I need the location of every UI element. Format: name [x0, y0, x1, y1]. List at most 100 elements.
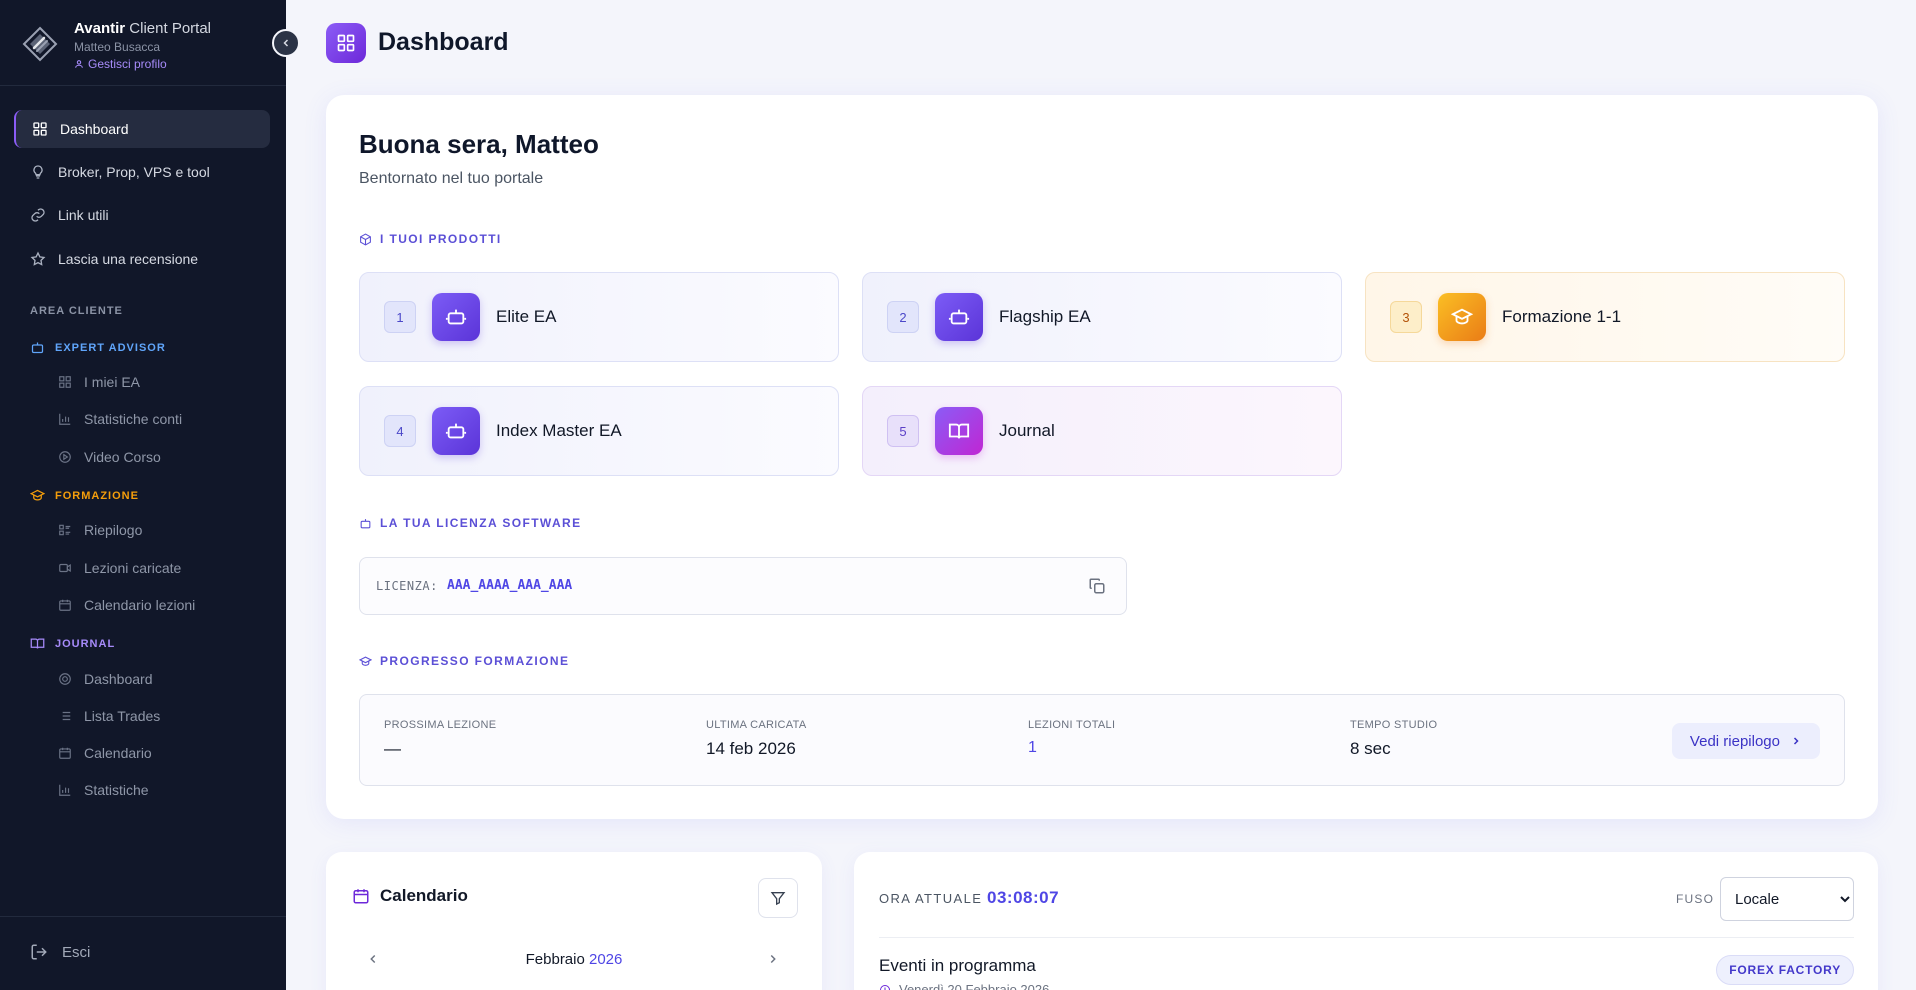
sidebar-item-broker[interactable]: Broker, Prop, VPS e tool [14, 153, 270, 191]
sidebar: Avantir Client Portal Matteo Busacca Ges… [0, 0, 286, 990]
training-progress-panel: PROSSIMA LEZIONE — ULTIMA CARICATA 14 fe… [359, 694, 1845, 786]
total-lessons-value: 1 [1028, 739, 1037, 756]
greeting-subtitle: Bentornato nel tuo portale [359, 170, 544, 187]
group-label-text: EXPERT ADVISOR [55, 341, 166, 354]
section-label-text: I TUOI PRODOTTI [380, 232, 502, 246]
sidebar-item-label: Link utili [58, 207, 109, 223]
calendar-title-text: Calendario [380, 886, 468, 905]
product-number: 5 [887, 415, 919, 447]
list-grid-icon [58, 523, 72, 537]
progress-section-label: PROGRESSO FORMAZIONE [359, 654, 569, 668]
chevron-right-icon [1790, 735, 1802, 747]
sidebar-item-journal-dashboard[interactable]: Dashboard [58, 671, 153, 687]
forex-factory-badge[interactable]: FOREX FACTORY [1716, 955, 1854, 985]
license-key[interactable]: AAA_AAAA_AAA_AAA [447, 578, 572, 593]
manage-profile-label: Gestisci profilo [88, 57, 167, 71]
view-summary-button[interactable]: Vedi riepilogo [1671, 723, 1820, 759]
month-name: Febbraio [525, 951, 585, 968]
license-prefix: LICENZA: [376, 579, 438, 593]
dashboard-page-icon [326, 23, 366, 63]
video-icon [58, 561, 72, 575]
sidebar-item-label: Dashboard [84, 671, 153, 687]
user-icon [74, 59, 84, 69]
sidebar-item-review[interactable]: Lascia una recensione [14, 240, 270, 278]
sidebar-item-label: Dashboard [60, 121, 129, 137]
clock-events-card: ORA ATTUALE 03:08:07 FUSO Locale Eventi … [854, 852, 1878, 990]
graduation-cap-icon [1438, 293, 1486, 341]
study-time-value: 8 sec [1350, 739, 1391, 758]
copy-icon[interactable] [1088, 577, 1108, 597]
events-date: Venerdì 20 Febbraio 2026 [879, 982, 1049, 990]
sidebar-item-label: Statistiche [84, 782, 149, 798]
timezone-select[interactable]: Locale [1720, 877, 1854, 921]
calendar-title: Calendario [352, 886, 468, 906]
sidebar-item-label: Calendario lezioni [84, 597, 196, 613]
sidebar-item-uploaded-lessons[interactable]: Lezioni caricate [58, 560, 181, 576]
grid-icon [58, 375, 72, 389]
sidebar-item-my-ea[interactable]: I miei EA [58, 374, 140, 390]
filter-button[interactable] [758, 878, 798, 918]
brand-block: Avantir Client Portal Matteo Busacca Ges… [0, 0, 286, 86]
book-open-icon [935, 407, 983, 455]
list-icon [58, 709, 72, 723]
study-time-label: TEMPO STUDIO [1350, 719, 1438, 731]
sidebar-item-journal-calendar[interactable]: Calendario [58, 745, 152, 761]
product-card-elite-ea[interactable]: 1 Elite EA [359, 272, 839, 362]
robot-icon [935, 293, 983, 341]
graduation-cap-icon [30, 488, 45, 503]
last-uploaded-label: ULTIMA CARICATA [706, 719, 807, 731]
events-date-text: Venerdì 20 Febbraio 2026 [899, 982, 1050, 990]
robot-icon [432, 407, 480, 455]
graduation-cap-icon [359, 655, 372, 668]
next-lesson-value: — [384, 739, 401, 758]
greeting: Buona sera, Matteo [359, 129, 599, 159]
link-icon [30, 207, 46, 223]
sidebar-item-useful-links[interactable]: Link utili [14, 196, 270, 234]
brand-name: Avantir [74, 20, 126, 37]
license-field[interactable]: LICENZA: AAA_AAAA_AAA_AAA [359, 557, 1127, 615]
clock-icon [879, 984, 891, 990]
chevron-right-icon[interactable] [766, 952, 780, 966]
avantir-logo [22, 26, 58, 62]
sidebar-item-label: Lascia una recensione [58, 251, 199, 267]
product-card-flagship-ea[interactable]: 2 Flagship EA [862, 272, 1342, 362]
book-open-icon [30, 636, 45, 651]
logout-button[interactable]: Esci [30, 943, 90, 961]
lightbulb-icon [30, 164, 46, 180]
page-title: Dashboard [378, 28, 509, 56]
group-journal: JOURNAL [30, 636, 115, 651]
product-name: Flagship EA [999, 307, 1091, 326]
manage-profile-link[interactable]: Gestisci profilo [74, 57, 167, 71]
sidebar-item-label: Lista Trades [84, 708, 161, 724]
product-card-journal[interactable]: 5 Journal [862, 386, 1342, 476]
sidebar-item-dashboard[interactable]: Dashboard [14, 110, 270, 148]
sidebar-item-lesson-calendar[interactable]: Calendario lezioni [58, 597, 195, 613]
sidebar-item-summary[interactable]: Riepilogo [58, 522, 142, 538]
product-number: 2 [887, 301, 919, 333]
sidebar-item-video-course[interactable]: Video Corso [58, 449, 161, 465]
area-cliente-label: AREA CLIENTE [30, 305, 123, 317]
product-name: Journal [999, 421, 1055, 440]
sidebar-divider [0, 916, 286, 917]
collapse-sidebar-button[interactable] [272, 29, 300, 57]
product-card-formazione[interactable]: 3 Formazione 1-1 [1365, 272, 1845, 362]
section-label-text: PROGRESSO FORMAZIONE [380, 654, 570, 668]
divider [879, 937, 1854, 938]
group-expert-advisor: EXPERT ADVISOR [30, 340, 166, 355]
product-number: 1 [384, 301, 416, 333]
sidebar-item-statistics[interactable]: Statistiche [58, 782, 149, 798]
robot-icon [359, 517, 372, 530]
product-card-index-master-ea[interactable]: 4 Index Master EA [359, 386, 839, 476]
total-lessons-label: LEZIONI TOTALI [1028, 719, 1116, 731]
calendar-icon [352, 887, 370, 905]
welcome-card: Buona sera, Matteo Bentornato nel tuo po… [326, 95, 1878, 819]
sidebar-item-trade-list[interactable]: Lista Trades [58, 708, 160, 724]
sidebar-item-account-stats[interactable]: Statistiche conti [58, 411, 182, 427]
sidebar-item-label: Video Corso [84, 449, 161, 465]
robot-icon [30, 340, 45, 355]
sidebar-item-label: Broker, Prop, VPS e tool [58, 164, 210, 180]
month-year: 2026 [589, 951, 623, 968]
star-icon [30, 251, 46, 267]
brand-name-suffix: Client Portal [129, 20, 211, 37]
product-name: Elite EA [496, 307, 557, 326]
